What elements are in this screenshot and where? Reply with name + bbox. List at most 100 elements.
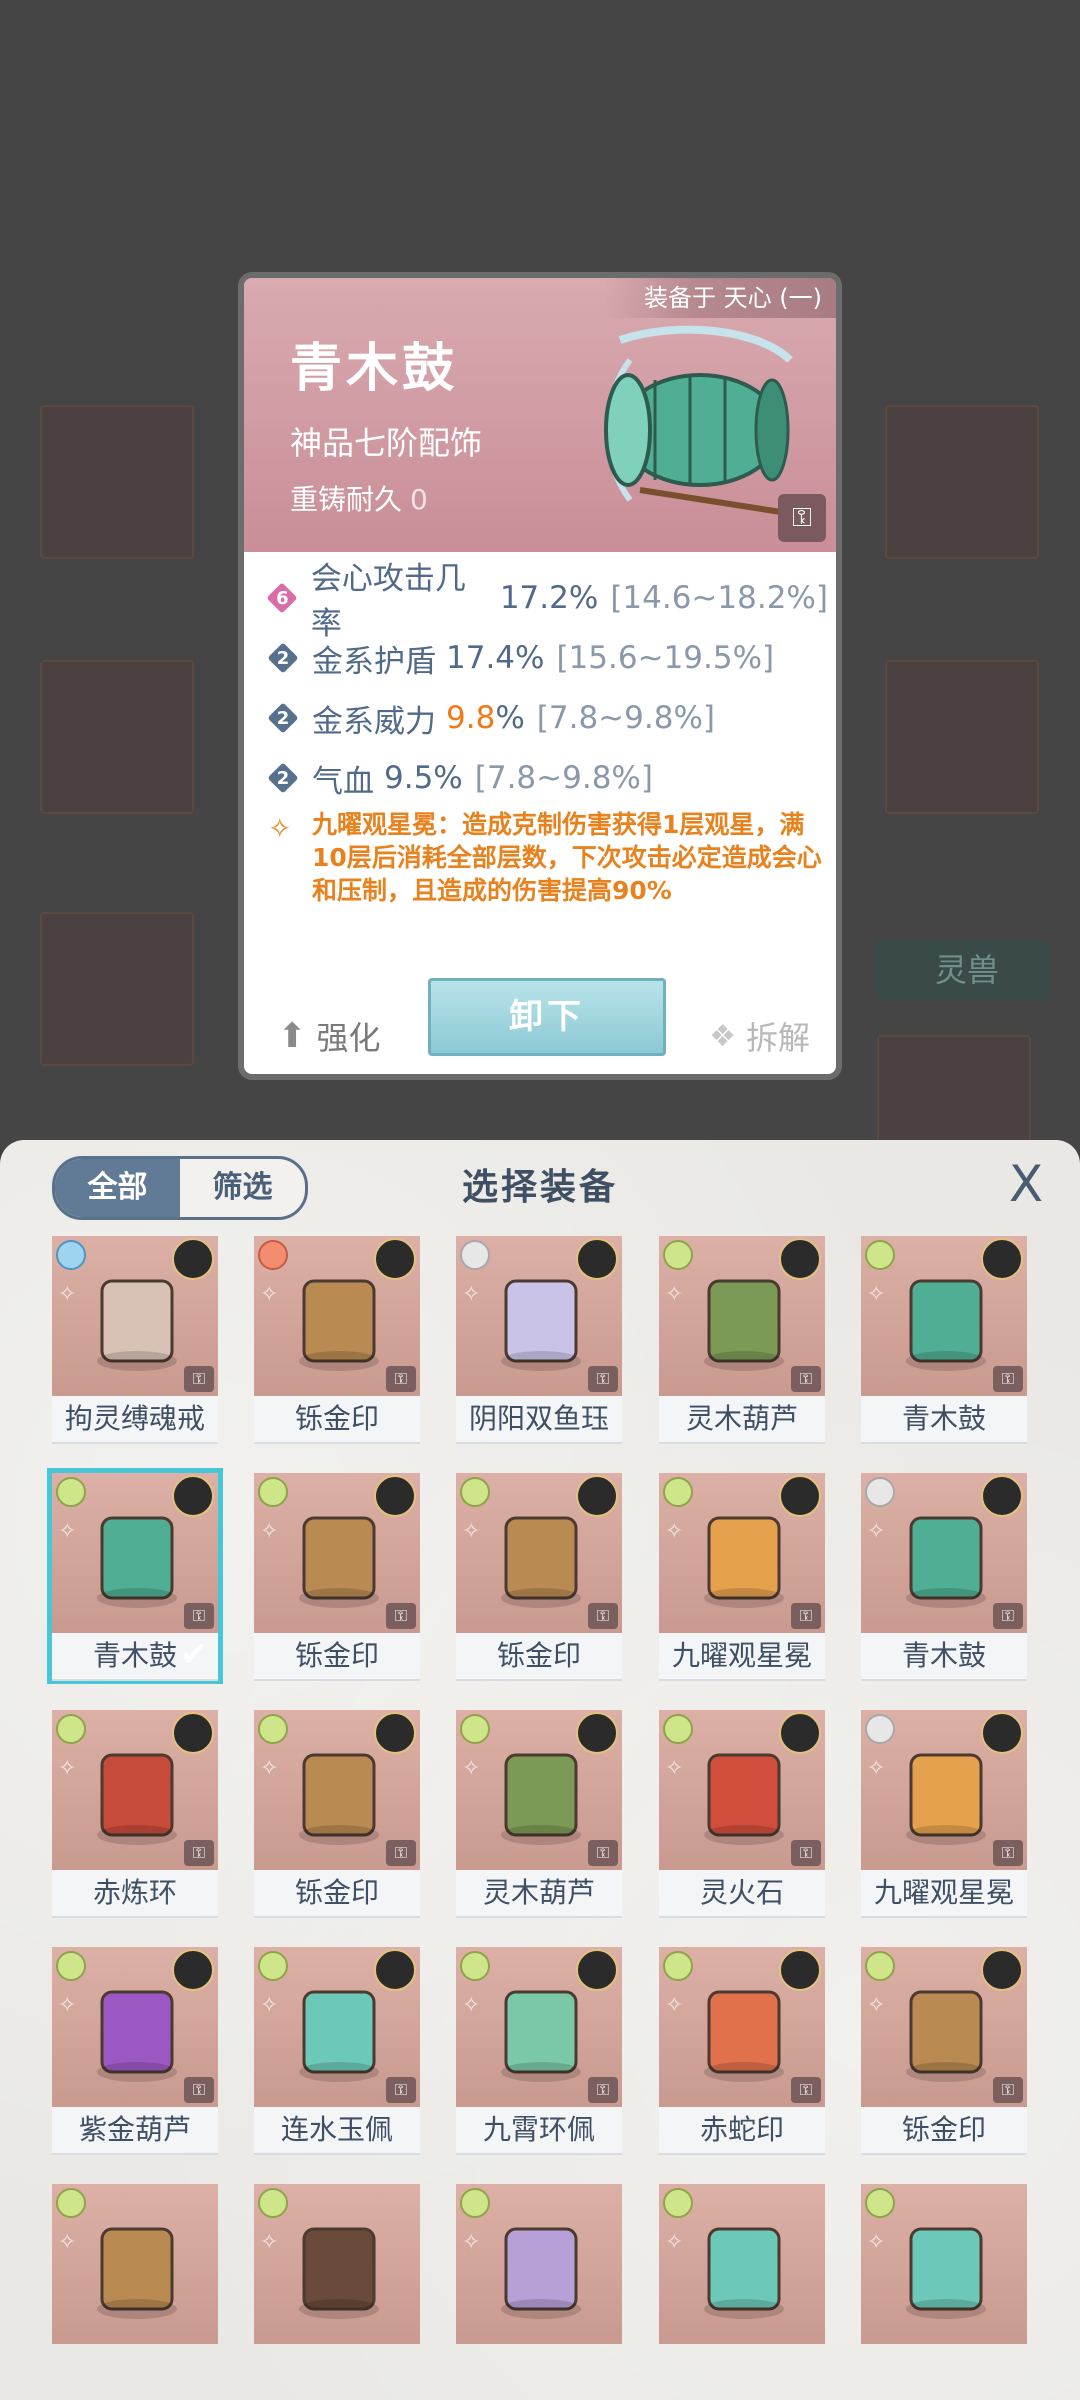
set-icon: ✧ — [260, 1756, 279, 1781]
equipment-item[interactable]: ✧ ⚿ 赤蛇印 — [659, 1947, 825, 2155]
stat-label: 会心攻击几率 — [310, 561, 466, 642]
item-thumbnail: ✧ — [659, 2184, 825, 2344]
stat-value: 9.8% — [446, 700, 525, 736]
lock-icon: ⚿ — [588, 1840, 618, 1866]
item-thumbnail: ✧ ⚿ — [861, 1710, 1027, 1870]
item-art-icon — [501, 1516, 581, 1608]
stat-value: 9.5% — [384, 760, 463, 796]
item-name-label: 阴阳双鱼珏 — [456, 1396, 622, 1444]
stat-value: 17.2% — [499, 580, 599, 616]
equipment-item[interactable]: ✧ ⚿ 铄金印 — [861, 1947, 1027, 2155]
drum-icon — [604, 325, 801, 518]
durability: 重铸耐久 0 — [290, 478, 428, 518]
set-icon: ✧ — [260, 1519, 279, 1544]
item-art-icon — [97, 1279, 177, 1371]
set-effect: ✧ 九曜观星冕：造成克制伤害获得1层观星，满10层后消耗全部层数，下次攻击必定造… — [268, 808, 824, 907]
stat-value-max: 9.8 — [446, 700, 496, 736]
item-thumbnail: ✧ — [52, 2184, 218, 2344]
equipment-item[interactable]: ✧ ⚿ 九曜观星冕 — [659, 1473, 825, 1681]
item-art-icon — [906, 2227, 986, 2319]
item-thumbnail: ✧ ⚿ — [659, 1473, 825, 1633]
equipment-item[interactable]: ✧ ⚿ 灵木葫芦 — [456, 1710, 622, 1918]
item-name-label: 灵火石 — [659, 1870, 825, 1918]
item-art-icon — [97, 1990, 177, 2082]
item-thumbnail: ✧ ⚿ — [659, 1236, 825, 1396]
item-art-icon — [299, 1279, 379, 1371]
item-thumbnail: ✧ ⚿ — [659, 1710, 825, 1870]
strengthen-button[interactable]: ⬆ 强化 — [278, 1013, 381, 1059]
item-art-icon — [906, 1516, 986, 1608]
set-icon: ✧ — [260, 1282, 279, 1307]
unequip-button[interactable]: 卸下 — [428, 978, 666, 1056]
lock-icon: ⚿ — [993, 1603, 1023, 1629]
dismantle-button[interactable]: ❖ 拆解 — [709, 1013, 810, 1059]
bg-equip-slot — [40, 405, 194, 559]
equipment-item[interactable]: ✧ ⚿ 拘灵缚魂戒 — [52, 1236, 218, 1444]
equipment-item[interactable]: ✧ — [254, 2184, 420, 2390]
item-grade: 神品七阶配饰 — [290, 424, 483, 462]
check-icon: ✔ — [179, 1635, 209, 1675]
lock-icon: ⚿ — [791, 1603, 821, 1629]
item-name-label: 灵木葫芦 — [659, 1396, 825, 1444]
item-name-label: 连水玉佩 — [254, 2107, 420, 2155]
equipment-item[interactable]: ✧ — [861, 2184, 1027, 2390]
set-effect-icon: ✧ — [268, 812, 292, 845]
stat-label: 金系威力 — [312, 703, 436, 740]
item-thumbnail: ✧ ⚿ — [52, 1236, 218, 1396]
lock-icon: ⚿ — [184, 1603, 214, 1629]
set-icon: ✧ — [867, 2230, 886, 2255]
item-thumbnail: ✧ ⚿ — [254, 1236, 420, 1396]
set-icon: ✧ — [58, 2230, 77, 2255]
equipment-item[interactable]: ✧ — [52, 2184, 218, 2390]
equipment-item[interactable]: ✧ ⚿ 铄金印 — [254, 1473, 420, 1681]
item-name-label: 灵木葫芦 — [456, 1870, 622, 1918]
equipment-item[interactable]: ✧ ⚿ 铄金印 — [456, 1473, 622, 1681]
close-button[interactable]: X — [1002, 1159, 1050, 1209]
equipment-item[interactable]: ✧ ⚿ 青木鼓 — [861, 1473, 1027, 1681]
item-thumbnail: ✧ — [456, 2184, 622, 2344]
equipment-item[interactable]: ✧ ⚿ 紫金葫芦 — [52, 1947, 218, 2155]
equipment-item[interactable]: ✧ ⚿ 青木鼓 ✔ — [47, 1468, 223, 1684]
up-arrow-icon: ⬆ — [278, 1016, 307, 1056]
equipment-item[interactable]: ✧ ⚿ 铄金印 — [254, 1236, 420, 1444]
set-icon: ✧ — [665, 1756, 684, 1781]
equipment-detail-card: 装备于 天心 (一) 青木鼓 神品七阶配饰 重铸耐久 0 ⚿ 6 会心攻击几率 1… — [238, 272, 842, 1080]
item-thumbnail: ✧ ⚿ — [254, 1947, 420, 2107]
item-name-label: 铄金印 — [456, 1633, 622, 1681]
lock-icon: ⚿ — [386, 1603, 416, 1629]
equipment-item[interactable]: ✧ ⚿ 阴阳双鱼珏 — [456, 1236, 622, 1444]
equipment-item[interactable]: ✧ ⚿ 九霄环佩 — [456, 1947, 622, 2155]
item-thumbnail: ✧ ⚿ — [659, 1947, 825, 2107]
equipment-item[interactable]: ✧ ⚿ 九曜观星冕 — [861, 1710, 1027, 1918]
set-icon: ✧ — [867, 1993, 886, 2018]
set-icon: ✧ — [867, 1519, 886, 1544]
set-icon: ✧ — [462, 2230, 481, 2255]
item-art-icon — [704, 2227, 784, 2319]
equipment-item[interactable]: ✧ ⚿ 铄金印 — [254, 1710, 420, 1918]
item-thumbnail: ✧ ⚿ — [861, 1947, 1027, 2107]
equipment-item[interactable]: ✧ ⚿ 赤炼环 — [52, 1710, 218, 1918]
item-thumbnail: ✧ — [861, 2184, 1027, 2344]
set-icon: ✧ — [260, 1993, 279, 2018]
equipment-item[interactable]: ✧ — [456, 2184, 622, 2390]
lock-icon[interactable]: ⚿ — [778, 494, 826, 542]
item-art-icon — [299, 1516, 379, 1608]
lock-icon: ⚿ — [386, 2077, 416, 2103]
stat-level-icon: 2 — [268, 643, 298, 673]
equipment-item[interactable]: ✧ ⚿ 连水玉佩 — [254, 1947, 420, 2155]
lock-icon: ⚿ — [588, 2077, 618, 2103]
stat-level-icon: 2 — [268, 703, 298, 733]
item-name-label: 紫金葫芦 — [52, 2107, 218, 2155]
equipment-item[interactable]: ✧ ⚿ 灵火石 — [659, 1710, 825, 1918]
dismantle-icon: ❖ — [709, 1018, 736, 1054]
set-icon: ✧ — [462, 1282, 481, 1307]
equipment-item[interactable]: ✧ ⚿ 青木鼓 — [861, 1236, 1027, 1444]
stat-level-icon: 6 — [268, 583, 297, 613]
item-art-icon — [501, 2227, 581, 2319]
item-art-icon — [704, 1279, 784, 1371]
equipment-item[interactable]: ✧ — [659, 2184, 825, 2390]
set-icon: ✧ — [665, 1282, 684, 1307]
equipment-item[interactable]: ✧ ⚿ 灵木葫芦 — [659, 1236, 825, 1444]
item-thumbnail: ✧ ⚿ — [861, 1473, 1027, 1633]
lock-icon: ⚿ — [386, 1840, 416, 1866]
